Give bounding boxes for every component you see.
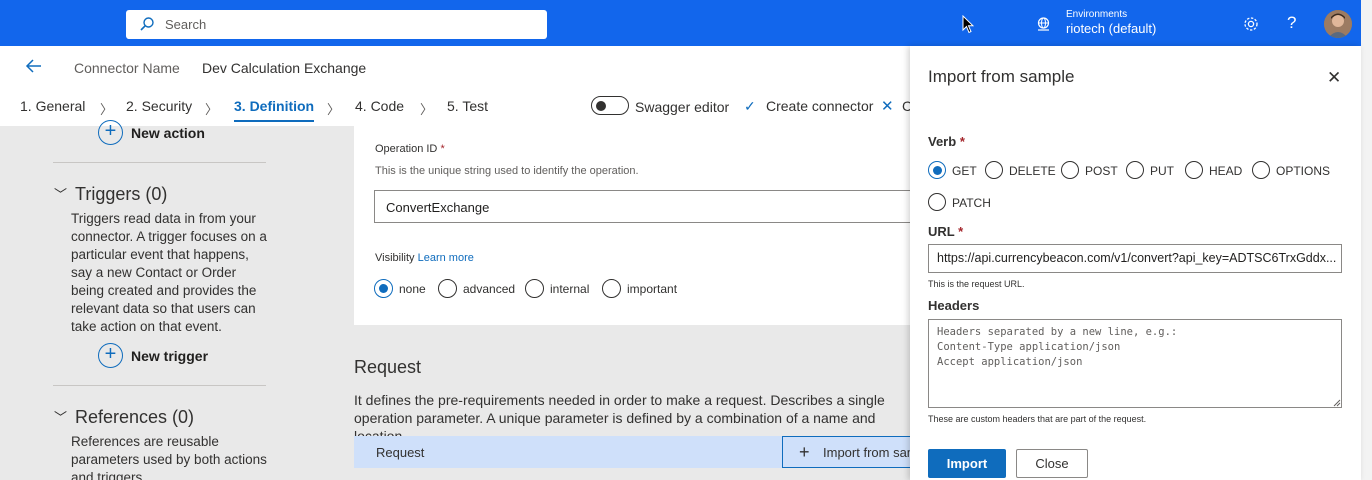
references-description: References are reusable parameters used … (71, 434, 267, 480)
operation-id-help: This is the unique string used to identi… (375, 165, 639, 177)
import-from-sample-panel: Import from sample ✕ Verb * GET DELETE P… (910, 46, 1361, 480)
headers-help: These are custom headers that are part o… (928, 414, 1147, 424)
divider (53, 162, 266, 163)
headers-textarea[interactable]: Headers separated by a new line, e.g.: C… (928, 319, 1342, 408)
verb-option-label: GET (952, 164, 977, 178)
chevron-right-icon: 〉 (420, 102, 434, 117)
verb-radio-put[interactable] (1126, 161, 1144, 179)
references-section-title[interactable]: References (0) (75, 407, 194, 428)
back-arrow-icon[interactable] (25, 58, 43, 74)
request-bar-label: Request (376, 445, 425, 460)
url-label: URL * (928, 224, 963, 239)
close-button[interactable]: Close (1016, 449, 1088, 478)
mouse-cursor-icon (962, 15, 974, 34)
required-mark: * (959, 134, 965, 149)
chevron-down-icon[interactable]: ﹀ (54, 407, 67, 426)
chevron-right-icon: 〉 (205, 102, 219, 117)
plus-icon: + (799, 442, 810, 462)
divider (53, 385, 266, 386)
verb-option-label: OPTIONS (1276, 164, 1331, 178)
new-trigger-button[interactable]: New trigger (131, 348, 208, 364)
import-from-sample-button[interactable]: + Import from sample (782, 436, 935, 468)
operation-id-input[interactable]: ConvertExchange (374, 190, 914, 223)
visibility-radio-important[interactable] (602, 279, 621, 298)
verb-radio-get[interactable] (928, 161, 946, 179)
step-definition[interactable]: 3. Definition (234, 98, 315, 122)
required-mark: * (958, 224, 964, 239)
search-box[interactable]: Search (126, 10, 547, 39)
avatar-image (1324, 10, 1352, 38)
environment-globe-icon[interactable] (1035, 16, 1052, 33)
chevron-right-icon: 〉 (100, 102, 114, 117)
swagger-editor-toggle[interactable] (591, 96, 629, 115)
verb-option-label: POST (1085, 164, 1118, 178)
triggers-description: Triggers read data in from your connecto… (71, 211, 267, 334)
verb-radio-head[interactable] (1185, 161, 1203, 179)
url-input[interactable]: https://api.currencybeacon.com/v1/conver… (928, 244, 1342, 273)
verb-radio-delete[interactable] (985, 161, 1003, 179)
help-icon[interactable]: ? (1287, 13, 1296, 33)
step-code[interactable]: 4. Code (355, 98, 404, 114)
visibility-label-text: Visibility (375, 252, 415, 264)
page-scrollbar[interactable] (1361, 0, 1372, 480)
plus-circle-icon[interactable]: + (98, 343, 123, 368)
visibility-label: Visibility Learn more (375, 252, 474, 264)
visibility-option-label: advanced (463, 282, 516, 296)
search-icon (140, 17, 154, 31)
chevron-right-icon: 〉 (327, 102, 341, 117)
verb-option-label: HEAD (1209, 164, 1243, 178)
learn-more-link[interactable]: Learn more (418, 252, 474, 264)
verb-label-text: Verb (928, 134, 957, 149)
request-section-title: Request (354, 357, 422, 377)
definition-sidebar: + New action ﹀ Triggers (0) Triggers rea… (0, 120, 354, 480)
verb-radio-post[interactable] (1061, 161, 1079, 179)
step-security[interactable]: 2. Security (126, 98, 192, 114)
resize-handle-icon[interactable] (1333, 399, 1341, 407)
operation-id-label-text: Operation ID (375, 143, 438, 155)
verb-option-label: DELETE (1009, 164, 1056, 178)
visibility-option-label: important (627, 282, 678, 296)
connector-name-label: Connector Name (74, 60, 180, 76)
verb-option-label: PATCH (952, 196, 991, 210)
create-connector-button[interactable]: Create connector (766, 98, 873, 114)
url-label-text: URL (928, 224, 955, 239)
triggers-section-title[interactable]: Triggers (0) (75, 184, 167, 205)
verb-radio-patch[interactable] (928, 193, 946, 211)
request-bar: Request + Import from sample (354, 436, 935, 468)
operation-id-label: Operation ID * (375, 143, 445, 155)
verb-label: Verb * (928, 134, 965, 149)
import-button[interactable]: Import (928, 449, 1006, 478)
avatar[interactable] (1324, 10, 1352, 38)
headers-label: Headers (928, 298, 980, 313)
url-help: This is the request URL. (928, 279, 1025, 289)
plus-circle-icon[interactable]: + (98, 120, 123, 145)
visibility-option-label: internal (550, 282, 590, 296)
gear-icon[interactable] (1242, 15, 1260, 33)
connector-name-value: Dev Calculation Exchange (202, 60, 367, 76)
search-placeholder: Search (165, 17, 207, 32)
top-bar: Search Environments riotech (default) ? (0, 0, 1361, 46)
step-general[interactable]: 1. General (20, 98, 85, 114)
visibility-radio-advanced[interactable] (438, 279, 457, 298)
visibility-radio-internal[interactable] (525, 279, 544, 298)
verb-radio-options[interactable] (1252, 161, 1270, 179)
operation-card: Operation ID * This is the unique string… (354, 126, 914, 325)
visibility-radio-none[interactable] (374, 279, 393, 298)
swagger-editor-label: Swagger editor (635, 99, 730, 115)
environments-label: Environments (1066, 9, 1128, 20)
close-icon[interactable]: ✕ (1327, 68, 1341, 88)
new-action-button[interactable]: New action (131, 125, 205, 141)
panel-title: Import from sample (928, 67, 1075, 86)
close-icon: ✕ (881, 98, 894, 115)
checkmark-icon: ✓ (744, 98, 756, 114)
visibility-option-label: none (399, 282, 426, 296)
verb-option-label: PUT (1150, 164, 1174, 178)
required-mark: * (440, 143, 445, 155)
chevron-down-icon[interactable]: ﹀ (54, 184, 67, 203)
environment-selector[interactable]: riotech (default) (1066, 21, 1156, 36)
step-test[interactable]: 5. Test (447, 98, 488, 114)
